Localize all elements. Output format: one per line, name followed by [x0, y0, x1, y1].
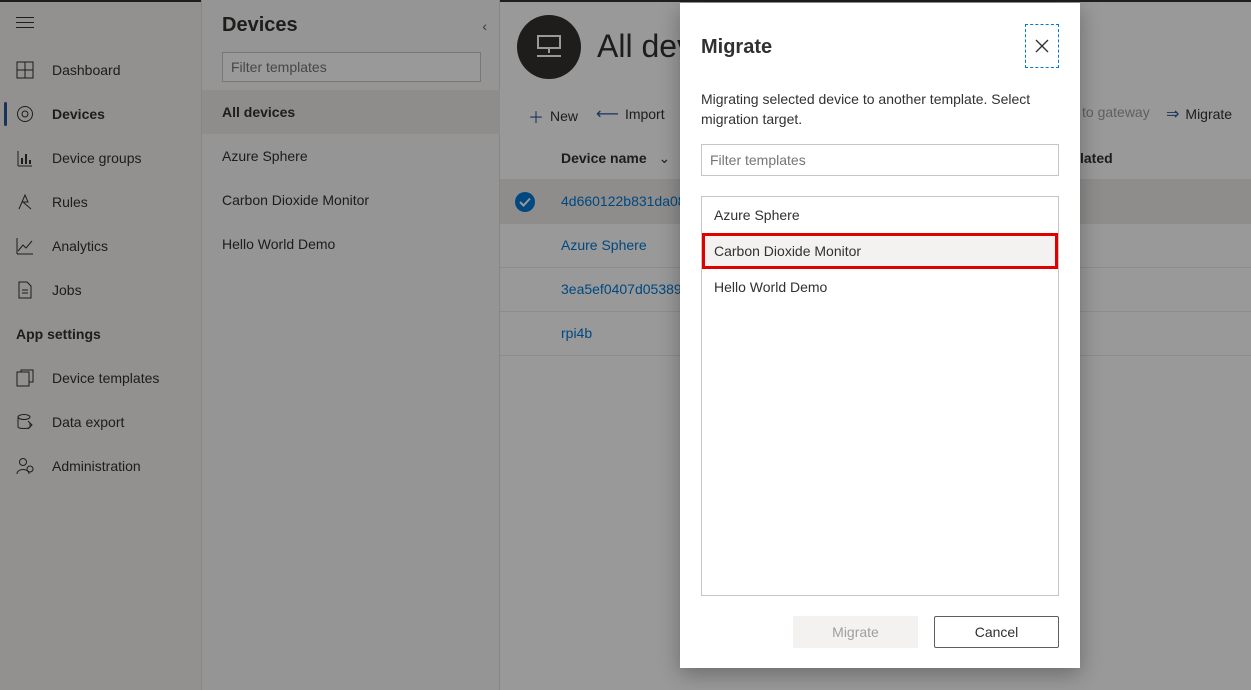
cancel-button[interactable]: Cancel	[934, 616, 1059, 648]
migration-target-list: Azure Sphere Carbon Dioxide Monitor Hell…	[701, 196, 1059, 596]
close-icon	[1035, 39, 1049, 53]
migrate-button[interactable]: Migrate	[793, 616, 918, 648]
dialog-filter-input[interactable]	[701, 144, 1059, 176]
migration-option-carbon-dioxide-monitor[interactable]: Carbon Dioxide Monitor	[702, 233, 1058, 269]
migration-option-hello-world-demo[interactable]: Hello World Demo	[702, 269, 1058, 305]
close-button[interactable]	[1025, 24, 1059, 68]
dialog-description: Migrating selected device to another tem…	[701, 91, 1031, 127]
migration-option-azure-sphere[interactable]: Azure Sphere	[702, 197, 1058, 233]
migrate-dialog: Migrate Migrating selected device to ano…	[680, 3, 1080, 668]
dialog-title: Migrate	[701, 36, 773, 58]
